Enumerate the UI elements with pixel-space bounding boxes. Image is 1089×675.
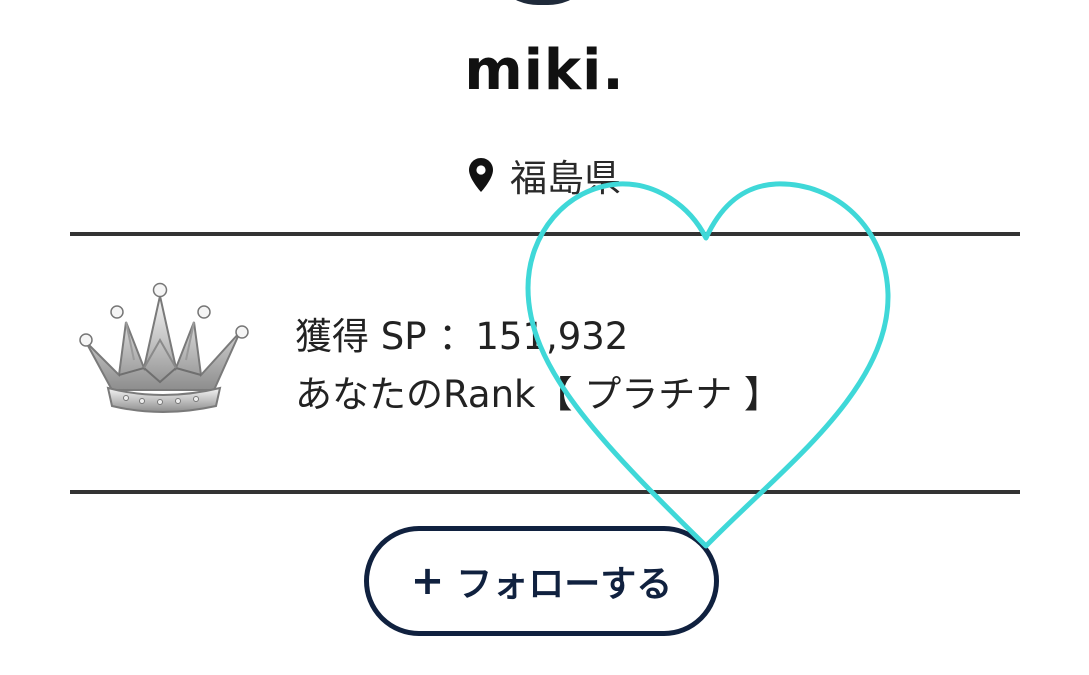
follow-button[interactable]: + フォローする bbox=[364, 526, 719, 636]
divider-top bbox=[70, 232, 1020, 236]
location-row: 福島県 bbox=[0, 148, 1089, 202]
follow-label: フォローする bbox=[456, 564, 673, 605]
divider-bottom bbox=[70, 490, 1020, 494]
sp-text: 獲得 SP ：151,932 bbox=[295, 315, 629, 358]
location-text: 福島県 bbox=[510, 157, 621, 200]
crown-icon bbox=[79, 282, 249, 413]
profile-name: miki. bbox=[464, 38, 625, 103]
rank-text: あなたのRank【 プラチナ 】 bbox=[295, 373, 781, 416]
rank-info: 獲得 SP ：151,932 あなたのRank【 プラチナ 】 bbox=[295, 308, 781, 424]
plus-icon: + bbox=[410, 558, 445, 604]
map-pin-icon bbox=[469, 158, 493, 192]
avatar[interactable] bbox=[487, 0, 599, 5]
